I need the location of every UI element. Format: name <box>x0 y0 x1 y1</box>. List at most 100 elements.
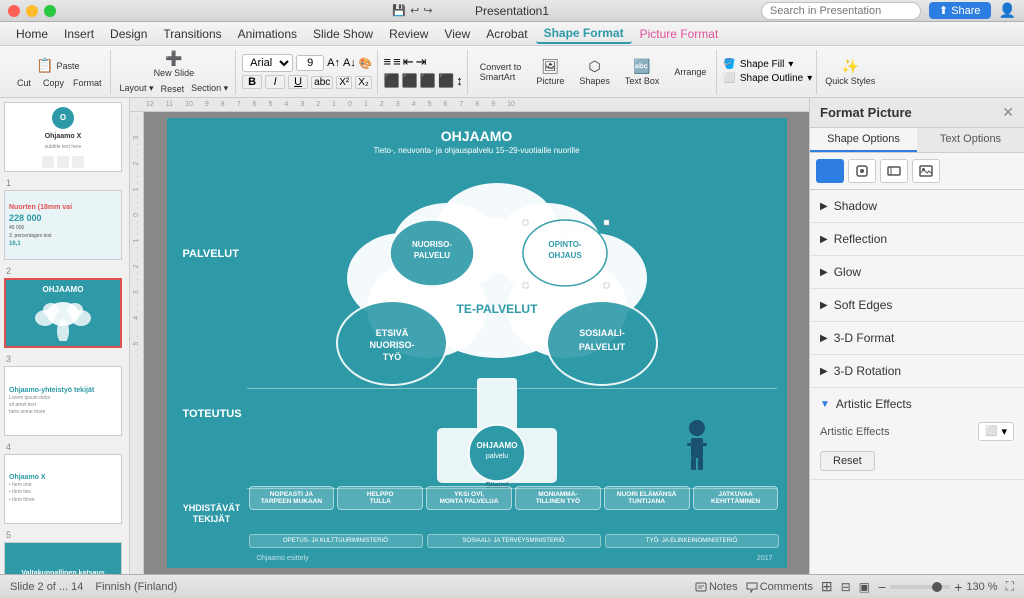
tab-text-options[interactable]: Text Options <box>917 128 1024 152</box>
format-panel-title: Format Picture <box>820 105 912 120</box>
paste-button[interactable]: 📋Paste <box>10 55 106 76</box>
fit-slide-button[interactable]: ⛶ <box>1006 579 1014 594</box>
reset-button[interactable]: Reset <box>158 82 188 95</box>
layout-icon-button[interactable] <box>880 159 908 183</box>
slides-panel: O Ohjaamo X subtitle text here 1 Nuorten… <box>0 98 130 574</box>
picture-icon-button[interactable] <box>912 159 940 183</box>
reading-view-button[interactable]: ▣ <box>859 580 870 594</box>
menu-view[interactable]: View <box>436 25 478 43</box>
menu-insert[interactable]: Insert <box>56 25 102 43</box>
slide-sorter-button[interactable]: ⊟ <box>841 580 851 594</box>
maximize-button[interactable] <box>44 5 56 17</box>
box-yksi: YKSi OVI,MONTA PALVELUA <box>426 486 512 510</box>
glow-section: ▶ Glow <box>810 256 1024 289</box>
slide-thumbnail-1[interactable]: 1 Nuorten (18mm vai 228 000 45 000 3. pe… <box>4 178 125 260</box>
font-color-button[interactable]: 🎨 <box>359 57 373 70</box>
font-size-input[interactable] <box>296 55 324 71</box>
slide-thumbnail-4[interactable]: 4 Ohjaamo X • Item one• Item two• Item t… <box>4 442 125 524</box>
format-panel-close-button[interactable]: ✕ <box>1002 104 1014 121</box>
align-center-button[interactable]: ⬛ <box>402 73 418 89</box>
zoom-slider[interactable] <box>890 585 950 589</box>
cut-button[interactable]: Cut <box>10 77 38 89</box>
3d-rotation-header[interactable]: ▶ 3-D Rotation <box>810 359 1024 383</box>
close-button[interactable] <box>8 5 20 17</box>
toteutus-label: TOTEUTUS <box>183 408 242 420</box>
line-spacing-button[interactable]: ↕ <box>456 73 463 89</box>
tab-shape-options[interactable]: Shape Options <box>810 128 917 152</box>
artistic-effects-header[interactable]: ▼ Artistic Effects <box>810 392 1024 416</box>
zoom-in-button[interactable]: + <box>954 579 962 595</box>
slide-thumbnail-5[interactable]: 5 Valtakunnallinen katsaus 🌍 <box>4 530 125 574</box>
menu-transitions[interactable]: Transitions <box>155 25 229 43</box>
numbering-button[interactable]: ≡ <box>393 54 401 70</box>
decrease-indent-button[interactable]: ⇤ <box>403 54 414 70</box>
canvas-area[interactable]: OHJAAMO Tieto-, neuvonta- ja ohjauspalve… <box>144 112 809 574</box>
share-button[interactable]: ⬆ Share <box>929 2 991 19</box>
superscript-button[interactable]: X² <box>336 76 352 89</box>
shapes-button[interactable]: ⬡Shapes <box>573 56 616 88</box>
copy-button[interactable]: Copy <box>39 77 68 89</box>
language-indicator: Finnish (Finland) <box>95 581 177 593</box>
slide-footer-left: Ohjaamo esittely <box>257 555 309 562</box>
align-left-button[interactable]: ⬛ <box>384 73 400 89</box>
underline-button[interactable]: U <box>288 75 308 89</box>
align-right-button[interactable]: ⬛ <box>420 73 436 89</box>
arrange-button[interactable]: Arrange <box>668 56 712 88</box>
menu-animations[interactable]: Animations <box>230 25 305 43</box>
drawing-group: Convert toSmartArt 🖼Picture ⬡Shapes 🔤Tex… <box>470 50 718 94</box>
palvelut-label: PALVELUT <box>183 248 239 260</box>
effects-icon-button[interactable] <box>848 159 876 183</box>
shape-outline-button[interactable]: ⬜Shape Outline▾ <box>723 73 812 84</box>
slide-thumbnail-2[interactable]: 2 OHJAAMO <box>4 266 125 348</box>
minimize-button[interactable] <box>26 5 38 17</box>
slide-thumbnail-0[interactable]: O Ohjaamo X subtitle text here <box>4 102 125 172</box>
shadow-header[interactable]: ▶ Shadow <box>810 194 1024 218</box>
font-size-decrease[interactable]: A↓ <box>343 57 356 69</box>
menu-design[interactable]: Design <box>102 25 155 43</box>
convert-smartart-button[interactable]: Convert toSmartArt <box>474 56 528 88</box>
comments-button[interactable]: Comments <box>746 581 813 593</box>
fill-icon-button[interactable] <box>816 159 844 183</box>
new-slide-button[interactable]: ➕New Slide <box>117 48 232 80</box>
search-input[interactable] <box>761 2 921 20</box>
picture-button[interactable]: 🖼Picture <box>530 56 570 88</box>
increase-indent-button[interactable]: ⇥ <box>416 54 427 70</box>
menu-shape-format[interactable]: Shape Format <box>536 24 632 44</box>
bullets-button[interactable]: ≡ <box>384 54 392 70</box>
zoom-out-button[interactable]: − <box>878 579 886 595</box>
bold-button[interactable]: B <box>242 75 262 89</box>
box-nopeasti: NOPEASTI JATARPEEN MUKAAN <box>249 486 335 510</box>
3d-rotation-section: ▶ 3-D Rotation <box>810 355 1024 388</box>
reset-button[interactable]: Reset <box>820 451 875 471</box>
3d-format-header[interactable]: ▶ 3-D Format <box>810 326 1024 350</box>
format-button[interactable]: Format <box>69 77 106 89</box>
columns-button[interactable]: ⬛ <box>438 73 454 89</box>
shape-fill-button[interactable]: 🪣Shape Fill▾ <box>723 59 812 70</box>
menu-home[interactable]: Home <box>8 25 56 43</box>
italic-button[interactable]: I <box>265 75 285 89</box>
ministry-tyo: TYÖ- JA ELINKEINOMINISTERIÖ <box>605 534 779 548</box>
subscript-button[interactable]: X₂ <box>355 76 372 89</box>
glow-header[interactable]: ▶ Glow <box>810 260 1024 284</box>
svg-text:SOSIAALI-: SOSIAALI- <box>579 328 625 338</box>
svg-text:OHJAUS: OHJAUS <box>548 251 582 260</box>
text-box-button[interactable]: 🔤Text Box <box>619 56 666 88</box>
menu-slideshow[interactable]: Slide Show <box>305 25 381 43</box>
font-family-select[interactable]: Arial <box>242 54 293 72</box>
soft-edges-header[interactable]: ▶ Soft Edges <box>810 293 1024 317</box>
quick-styles-button[interactable]: ✨Quick Styles <box>819 56 881 88</box>
layout-button[interactable]: Layout ▾ <box>117 82 157 95</box>
artistic-effects-dropdown[interactable]: ⬜ ▾ <box>978 422 1014 441</box>
notes-button[interactable]: Notes <box>695 581 738 593</box>
window-controls[interactable] <box>8 5 56 17</box>
normal-view-button[interactable]: ⊞ <box>821 578 833 595</box>
menu-acrobat[interactable]: Acrobat <box>478 25 535 43</box>
strikethrough-button[interactable]: abc <box>311 76 333 89</box>
user-icon[interactable]: 👤 <box>999 2 1016 19</box>
font-size-increase[interactable]: A↑ <box>327 57 340 69</box>
reflection-header[interactable]: ▶ Reflection <box>810 227 1024 251</box>
menu-review[interactable]: Review <box>381 25 436 43</box>
section-button[interactable]: Section ▾ <box>188 82 231 95</box>
slide-thumbnail-3[interactable]: 3 Ohjaamo-yhteistyö tekijät Lorem ipsum … <box>4 354 125 436</box>
menu-picture-format[interactable]: Picture Format <box>632 25 727 43</box>
